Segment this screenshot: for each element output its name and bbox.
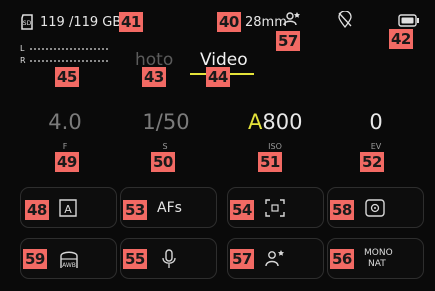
callout-40: 40 (217, 12, 241, 32)
camera-screen: SD 119 /119 GB 28mm L R hoto Video 4.0 1… (0, 0, 435, 291)
aperture-label: F (62, 142, 68, 151)
callout-41: 41 (119, 12, 143, 32)
svg-text:AWB: AWB (62, 262, 76, 269)
film-style-line2: NAT (368, 259, 386, 269)
iso-auto-prefix: A (248, 110, 263, 134)
storage-capacity: 119 /119 GB (40, 15, 122, 30)
shutter-label: S (162, 142, 168, 151)
microphone-icon (161, 248, 177, 270)
audio-right-bar (30, 60, 108, 62)
callout-45: 45 (55, 67, 79, 87)
audio-level-meter: L R (20, 44, 115, 68)
battery-icon (398, 14, 420, 27)
callout-56: 56 (330, 249, 354, 269)
callout-51: 51 (258, 152, 282, 172)
callout-58: 58 (330, 200, 354, 220)
callout-49: 49 (55, 152, 79, 172)
callout-48: 48 (25, 200, 49, 220)
svg-text:A: A (64, 203, 72, 216)
sd-card-icon: SD (20, 14, 34, 30)
callout-42: 42 (389, 29, 413, 49)
white-balance-icon: AWB (57, 248, 81, 270)
iso-value[interactable]: A800 (248, 110, 302, 134)
face-detect-icon (282, 10, 302, 28)
callout-57: 57 (276, 31, 300, 51)
auto-exposure-icon: A (57, 198, 79, 218)
audio-left-label: L (20, 44, 25, 53)
callout-55: 55 (123, 249, 147, 269)
callout-54: 54 (230, 200, 254, 220)
iso-number: 800 (262, 110, 303, 134)
ev-value[interactable]: 0 (358, 110, 394, 134)
aperture-value[interactable]: 4.0 (35, 110, 95, 134)
shutter-value[interactable]: 1/50 (131, 110, 201, 134)
svg-text:SD: SD (23, 20, 32, 27)
callout-59: 59 (23, 249, 47, 269)
metering-icon (364, 198, 386, 218)
callout-43: 43 (142, 67, 166, 87)
callout-44: 44 (206, 67, 230, 87)
iso-label: ISO (268, 142, 282, 151)
audio-left-bar (30, 48, 108, 50)
af-field-icon (264, 198, 286, 218)
audio-right-label: R (20, 56, 26, 65)
callout-57: 57 (230, 249, 254, 269)
gps-off-icon (338, 11, 352, 29)
focal-length: 28mm (245, 15, 287, 30)
ev-label: EV (370, 142, 382, 151)
face-detect-icon (264, 247, 286, 269)
callout-52: 52 (360, 152, 384, 172)
focus-mode-text: AFs (157, 200, 182, 216)
callout-50: 50 (151, 152, 175, 172)
film-style-line1: MONO (364, 248, 393, 258)
callout-53: 53 (123, 200, 147, 220)
